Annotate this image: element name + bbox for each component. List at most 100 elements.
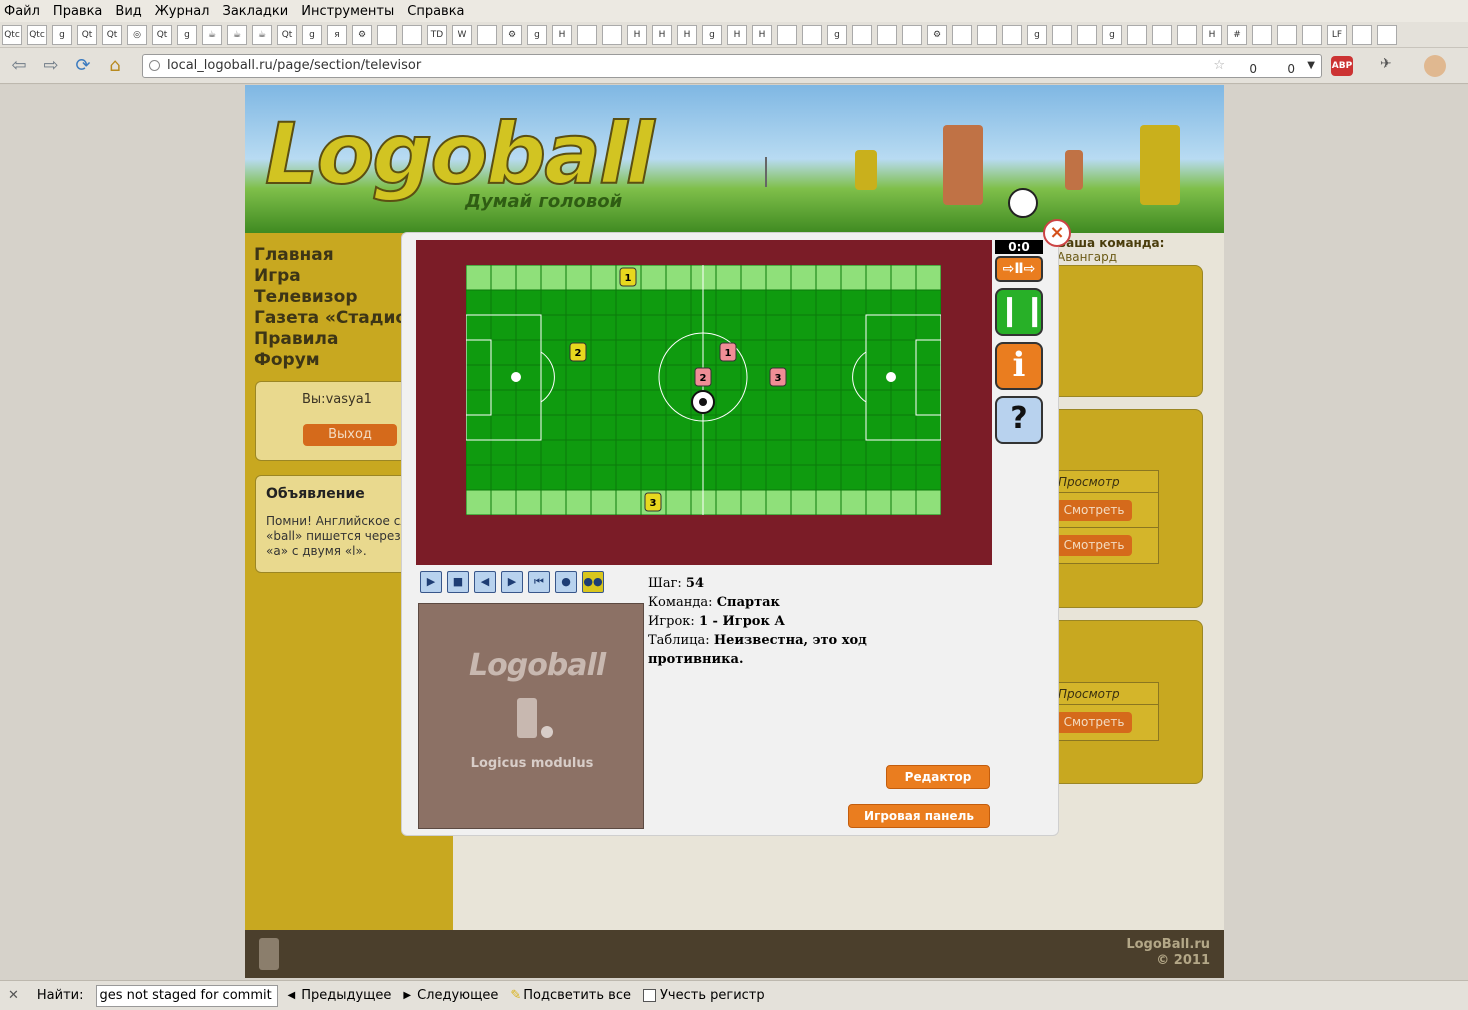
view-button[interactable]: Смотреть	[1056, 500, 1132, 521]
avatar-icon[interactable]	[1424, 55, 1446, 77]
extension-icon[interactable]: ✈	[1380, 56, 1392, 72]
dropdown-arrow-icon[interactable]: ▼	[1307, 55, 1315, 77]
footer-site[interactable]: LogoBall.ru	[1126, 937, 1210, 953]
adblock-icon[interactable]: ABP	[1331, 56, 1353, 76]
match-case-label[interactable]: Учесть регистр	[660, 988, 765, 1003]
bookmark-icon[interactable]: Qt	[277, 24, 297, 45]
home-icon[interactable]: ⌂	[102, 54, 128, 78]
bookmark-icon[interactable]: ☕	[202, 24, 222, 45]
bookmark-icon[interactable]	[1152, 24, 1172, 45]
close-find-icon[interactable]: ✕	[8, 988, 19, 1003]
bookmark-icon[interactable]	[402, 24, 422, 45]
fast-forward-button[interactable]: ⇨Ⅱ⇨	[995, 256, 1043, 282]
bookmark-icon[interactable]	[1277, 24, 1297, 45]
forward-icon[interactable]: ⇨	[38, 54, 64, 78]
bookmark-icon[interactable]	[1377, 24, 1397, 45]
menu-view[interactable]: Вид	[115, 4, 141, 19]
bookmark-icon[interactable]	[977, 24, 997, 45]
bookmark-icon[interactable]: H	[1202, 24, 1222, 45]
bookmark-icon[interactable]: H	[752, 24, 772, 45]
bookmark-icon[interactable]: W	[452, 24, 472, 45]
find-prev-button[interactable]: Предыдущее	[301, 988, 391, 1003]
menu-file[interactable]: Файл	[4, 4, 40, 19]
bookmark-icon[interactable]: H	[677, 24, 697, 45]
bookmark-icon[interactable]	[377, 24, 397, 45]
bookmark-icon[interactable]	[902, 24, 922, 45]
step-back-icon[interactable]: ◀	[474, 571, 496, 593]
info-button[interactable]: i	[995, 342, 1043, 390]
bookmark-icon[interactable]: Qt	[77, 24, 97, 45]
bookmark-icon[interactable]: H	[627, 24, 647, 45]
bookmark-icon[interactable]	[477, 24, 497, 45]
step-forward-icon[interactable]: ▶	[501, 571, 523, 593]
bookmark-icon[interactable]: LF	[1327, 24, 1347, 45]
bookmark-icon[interactable]: Qt	[102, 24, 122, 45]
site-identity-icon[interactable]	[149, 60, 160, 71]
close-button[interactable]: ×	[1043, 219, 1071, 247]
rewind-icon[interactable]: ⏮	[528, 571, 550, 593]
bookmark-icon[interactable]	[1052, 24, 1072, 45]
bookmark-icon[interactable]	[802, 24, 822, 45]
bookmark-icon[interactable]: ⚙	[502, 24, 522, 45]
bookmark-icon[interactable]: Qt	[152, 24, 172, 45]
site-logo[interactable]: Logoball	[264, 104, 655, 204]
bookmark-icon[interactable]: g	[702, 24, 722, 45]
highlight-all-button[interactable]: Подсветить все	[523, 988, 631, 1003]
bookmark-icon[interactable]: TD	[427, 24, 447, 45]
bookmark-icon[interactable]: #	[1227, 24, 1247, 45]
bookmark-icon[interactable]: g	[827, 24, 847, 45]
bookmark-icon[interactable]: Qtc	[2, 24, 22, 45]
find-input[interactable]: ges not staged for commit	[95, 984, 278, 1007]
bookmark-icon[interactable]	[1077, 24, 1097, 45]
bookmark-icon[interactable]: H	[552, 24, 572, 45]
bookmark-icon[interactable]: g	[1027, 24, 1047, 45]
reload-icon[interactable]: ⟳	[70, 54, 96, 78]
bookmark-icon[interactable]: ☕	[252, 24, 272, 45]
bookmark-icon[interactable]: g	[527, 24, 547, 45]
bookmark-icon[interactable]: H	[727, 24, 747, 45]
bookmark-icon[interactable]: Qtc	[27, 24, 47, 45]
bookmark-icon[interactable]	[852, 24, 872, 45]
editor-button[interactable]: Редактор	[886, 765, 990, 789]
view-button[interactable]: Смотреть	[1056, 535, 1132, 556]
bookmark-icon[interactable]	[952, 24, 972, 45]
menu-history[interactable]: Журнал	[155, 4, 210, 19]
bookmark-icon[interactable]	[1002, 24, 1022, 45]
find-next-button[interactable]: Следующее	[417, 988, 498, 1003]
bookmark-icon[interactable]	[877, 24, 897, 45]
bookmark-icon[interactable]: g	[52, 24, 72, 45]
bookmark-icon[interactable]: H	[652, 24, 672, 45]
team-players-icon[interactable]: ●●	[582, 571, 604, 593]
logout-button[interactable]: Выход	[303, 424, 397, 446]
bookmark-icon[interactable]	[777, 24, 797, 45]
game-panel-button[interactable]: Игровая панель	[848, 804, 990, 828]
star-icon[interactable]: ☆	[1213, 55, 1225, 77]
bookmark-icon[interactable]: я	[327, 24, 347, 45]
bookmark-icon[interactable]	[1302, 24, 1322, 45]
bookmark-icon[interactable]: g	[302, 24, 322, 45]
menu-bookmarks[interactable]: Закладки	[223, 4, 289, 19]
menu-help[interactable]: Справка	[407, 4, 464, 19]
stop-icon[interactable]: ■	[447, 571, 469, 593]
view-button[interactable]: Смотреть	[1056, 712, 1132, 733]
menu-tools[interactable]: Инструменты	[301, 4, 394, 19]
pause-button[interactable]: ❙❙	[995, 288, 1047, 336]
bookmark-icon[interactable]	[1352, 24, 1372, 45]
single-player-icon[interactable]: ●	[555, 571, 577, 593]
bookmark-icon[interactable]	[1177, 24, 1197, 45]
back-icon[interactable]: ⇦	[6, 54, 32, 78]
bookmark-icon[interactable]: ⚙	[352, 24, 372, 45]
bookmark-icon[interactable]	[1252, 24, 1272, 45]
bookmark-icon[interactable]: ◎	[127, 24, 147, 45]
bookmark-icon[interactable]: ☕	[227, 24, 247, 45]
bookmark-icon[interactable]	[602, 24, 622, 45]
match-case-checkbox[interactable]	[643, 989, 656, 1002]
bookmark-icon[interactable]	[1127, 24, 1147, 45]
bookmark-icon[interactable]	[577, 24, 597, 45]
menu-edit[interactable]: Правка	[53, 4, 102, 19]
url-bar[interactable]: local_logoball.ru/page/section/televisor…	[142, 54, 1322, 78]
bookmark-icon[interactable]: ⚙	[927, 24, 947, 45]
help-button[interactable]: ?	[995, 396, 1043, 444]
bookmark-icon[interactable]: g	[177, 24, 197, 45]
play-icon[interactable]: ▶	[420, 571, 442, 593]
